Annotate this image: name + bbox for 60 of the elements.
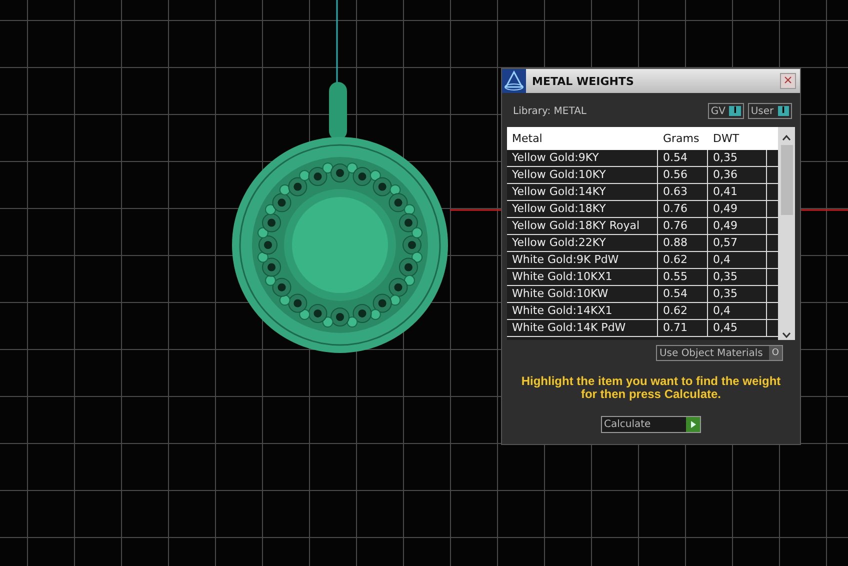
table-cell: 0,35 bbox=[708, 286, 767, 302]
table-cell: 0.76 bbox=[658, 218, 708, 234]
table-cell: 0.62 bbox=[658, 303, 708, 319]
close-button[interactable] bbox=[780, 73, 796, 89]
column-header: DWT bbox=[712, 131, 740, 147]
table-cell: 0,4 bbox=[708, 303, 767, 319]
table-cell: White Gold:14KX1 bbox=[507, 303, 658, 319]
table-cell: Yellow Gold:18KY bbox=[507, 201, 658, 217]
table-cell: Yellow Gold:10KY bbox=[507, 167, 658, 183]
table-cell: Yellow Gold:14KY bbox=[507, 184, 658, 200]
column-header: Metal bbox=[511, 131, 544, 147]
table-cell: White Gold:14K PdW bbox=[507, 320, 658, 336]
table-row[interactable]: White Gold:10KX1 0.55 0,35 bbox=[507, 269, 778, 286]
table-row[interactable]: White Gold:9K PdW 0.62 0,4 bbox=[507, 252, 778, 269]
table-cell: 0.88 bbox=[658, 235, 708, 251]
table-row[interactable]: White Gold:10KW 0.54 0,35 bbox=[507, 286, 778, 303]
scroll-thumb[interactable] bbox=[781, 145, 793, 215]
pyramid-icon bbox=[502, 69, 526, 93]
toggle-button[interactable]: User I bbox=[748, 103, 792, 119]
table-cell: 0.55 bbox=[658, 269, 708, 285]
table-cell: 0,49 bbox=[708, 201, 767, 217]
table-cell: 0,57 bbox=[708, 235, 767, 251]
table-row[interactable]: Yellow Gold:22KY 0.88 0,57 bbox=[507, 235, 778, 252]
table-cell: White Gold:10KX1 bbox=[507, 269, 658, 285]
table-cell: Yellow Gold:18KY Royal bbox=[507, 218, 658, 234]
instruction-text: Highlight the item you want to find the weight for then press Calculate. bbox=[520, 375, 782, 401]
table-row[interactable]: White Gold:14K PdW 0.71 0,45 bbox=[507, 320, 778, 337]
table-cell: 0.63 bbox=[658, 184, 708, 200]
table-cell: White Gold:10KW bbox=[507, 286, 658, 302]
table-cell: Yellow Gold:9KY bbox=[507, 150, 658, 166]
table-cell: 0.71 bbox=[658, 320, 708, 336]
use-object-materials-toggle[interactable]: Use Object Materials O bbox=[656, 345, 783, 361]
table-cell: 0,36 bbox=[708, 167, 767, 183]
toggle-button[interactable]: GV I bbox=[708, 103, 744, 119]
table-row[interactable]: Yellow Gold:14KY 0.63 0,41 bbox=[507, 184, 778, 201]
table-cell: 0.62 bbox=[658, 252, 708, 268]
close-icon bbox=[784, 76, 792, 84]
play-icon bbox=[686, 417, 700, 432]
table-row[interactable]: White Gold:14KX1 0.62 0,4 bbox=[507, 303, 778, 320]
table-row[interactable]: Yellow Gold:10KY 0.56 0,36 bbox=[507, 167, 778, 184]
table-row[interactable]: Yellow Gold:18KY Royal 0.76 0,49 bbox=[507, 218, 778, 235]
table-cell: Yellow Gold:22KY bbox=[507, 235, 658, 251]
table-row[interactable]: Yellow Gold:9KY 0.54 0,35 bbox=[507, 150, 778, 167]
table-cell: 0,41 bbox=[708, 184, 767, 200]
table-cell: 0,45 bbox=[708, 320, 767, 336]
table-cell: 0.76 bbox=[658, 201, 708, 217]
library-label: Library: METAL bbox=[513, 106, 586, 116]
scrollbar[interactable] bbox=[778, 127, 795, 340]
table-cell: 0,49 bbox=[708, 218, 767, 234]
table-cell: 0,35 bbox=[708, 150, 767, 166]
table-cell: 0.56 bbox=[658, 167, 708, 183]
table-cell: 0,35 bbox=[708, 269, 767, 285]
table-cell: 0.54 bbox=[658, 150, 708, 166]
column-header: Grams bbox=[662, 131, 700, 147]
table-cell: White Gold:9K PdW bbox=[507, 252, 658, 268]
table-row[interactable]: Yellow Gold:18KY 0.76 0,49 bbox=[507, 201, 778, 218]
window-title: METAL WEIGHTS bbox=[532, 74, 634, 88]
table-cell: 0,4 bbox=[708, 252, 767, 268]
table-cell: 0.54 bbox=[658, 286, 708, 302]
calculate-button[interactable]: Calculate bbox=[601, 416, 701, 433]
